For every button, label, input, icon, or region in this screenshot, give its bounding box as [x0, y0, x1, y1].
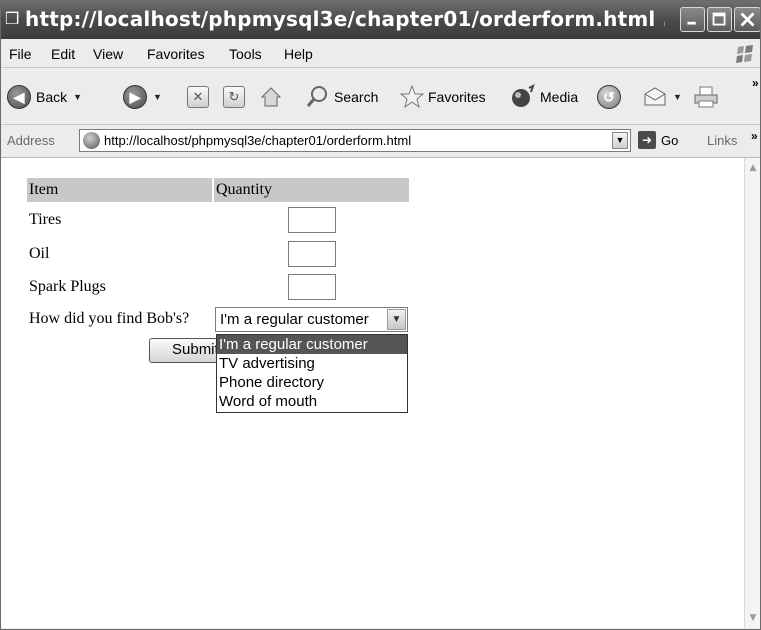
mail-button[interactable]: ▼ [643, 83, 682, 111]
go-label: Go [661, 132, 679, 148]
browser-window: ❒ http://localhost/phpmysql3e/chapter01/… [0, 0, 761, 630]
tires-quantity-input[interactable] [288, 207, 336, 233]
find-select[interactable]: I'm a regular customer ▼ [215, 307, 408, 332]
forward-arrow-icon: ▶ [123, 85, 147, 109]
refresh-button[interactable]: ↻ [223, 83, 245, 111]
close-button[interactable] [734, 7, 760, 32]
toolbar-overflow-icon[interactable]: » [752, 76, 759, 90]
page-icon: ❒ [5, 9, 20, 28]
find-label: How did you find Bob's? [29, 310, 190, 327]
media-label: Media [540, 89, 579, 105]
menu-edit[interactable]: Edit [51, 46, 75, 62]
menu-favorites[interactable]: Favorites [147, 46, 205, 62]
home-button[interactable] [259, 83, 283, 111]
oil-quantity-input[interactable] [288, 241, 336, 267]
scroll-down-icon[interactable]: ▼ [746, 610, 760, 626]
home-icon [260, 87, 282, 107]
row-label-tires: Tires [29, 211, 62, 228]
back-label: Back [36, 89, 68, 105]
maximize-button[interactable] [707, 7, 732, 32]
media-icon [512, 84, 535, 107]
print-button[interactable] [693, 83, 719, 111]
chevron-down-icon: ▼ [673, 92, 682, 102]
scroll-up-icon[interactable]: ▲ [746, 160, 760, 176]
menu-file[interactable]: File [9, 46, 32, 62]
star-icon [399, 84, 425, 109]
back-button[interactable]: ◀ Back ▼ [7, 83, 82, 111]
windows-logo-icon [736, 45, 753, 63]
forward-button[interactable]: ▶ ▼ [123, 83, 162, 111]
printer-icon [694, 86, 718, 108]
menu-help[interactable]: Help [284, 46, 313, 62]
go-arrow-icon: ➜ [638, 131, 656, 149]
favorites-button[interactable]: Favorites [399, 83, 486, 111]
history-icon: ↺ [597, 85, 621, 109]
links-overflow-icon[interactable]: » [751, 129, 758, 143]
header-quantity: Quantity [214, 178, 409, 202]
row-label-oil: Oil [29, 245, 50, 262]
close-icon [740, 12, 755, 27]
history-button[interactable]: ↺ [597, 83, 621, 111]
toolbar: ◀ Back ▼ ▶ ▼ ✕ ↻ Search Favorites Media … [1, 68, 760, 125]
address-input[interactable]: http://localhost/phpmysql3e/chapter01/or… [79, 129, 631, 152]
links-button[interactable]: Links [707, 133, 737, 148]
media-button[interactable]: Media [509, 83, 578, 111]
address-url: http://localhost/phpmysql3e/chapter01/or… [104, 133, 412, 148]
menu-view[interactable]: View [93, 46, 123, 62]
header-item: Item [27, 178, 212, 202]
favorites-label: Favorites [428, 89, 486, 105]
stop-icon: ✕ [187, 86, 209, 108]
dropdown-option[interactable]: Word of mouth [217, 392, 407, 411]
find-dropdown-list: I'm a regular customer TV advertising Ph… [216, 334, 408, 413]
dropdown-option[interactable]: I'm a regular customer [217, 335, 407, 354]
refresh-icon: ↻ [223, 86, 245, 108]
spark-plugs-quantity-input[interactable] [288, 274, 336, 300]
mail-icon [644, 87, 666, 106]
minimize-button[interactable] [680, 7, 705, 32]
menu-bar: File Edit View Favorites Tools Help [1, 41, 760, 68]
menu-tools[interactable]: Tools [229, 46, 262, 62]
dropdown-option[interactable]: TV advertising [217, 354, 407, 373]
dropdown-option[interactable]: Phone directory [217, 373, 407, 392]
back-arrow-icon: ◀ [7, 85, 31, 109]
maximize-icon [712, 12, 726, 26]
page-content: Item Quantity Tires Oil Spark Plugs How … [1, 158, 744, 628]
page-globe-icon [83, 132, 100, 149]
select-value: I'm a regular customer [220, 311, 369, 328]
chevron-down-icon[interactable]: ▼ [387, 309, 406, 330]
search-icon [306, 86, 327, 107]
go-button[interactable]: ➜ Go [638, 131, 678, 149]
window-title: http://localhost/phpmysql3e/chapter01/or… [25, 7, 665, 31]
vertical-scrollbar[interactable]: ▲ ▼ [744, 158, 760, 628]
address-label: Address [7, 133, 55, 148]
search-button[interactable]: Search [305, 83, 378, 111]
row-label-spark-plugs: Spark Plugs [29, 278, 106, 295]
search-label: Search [334, 89, 379, 105]
address-bar: Address http://localhost/phpmysql3e/chap… [1, 125, 760, 158]
stop-button[interactable]: ✕ [187, 83, 209, 111]
title-bar: ❒ http://localhost/phpmysql3e/chapter01/… [1, 1, 760, 39]
minimize-icon [687, 21, 696, 25]
chevron-down-icon: ▼ [153, 92, 162, 102]
chevron-down-icon: ▼ [73, 92, 83, 102]
address-dropdown-icon[interactable]: ▼ [612, 132, 628, 149]
